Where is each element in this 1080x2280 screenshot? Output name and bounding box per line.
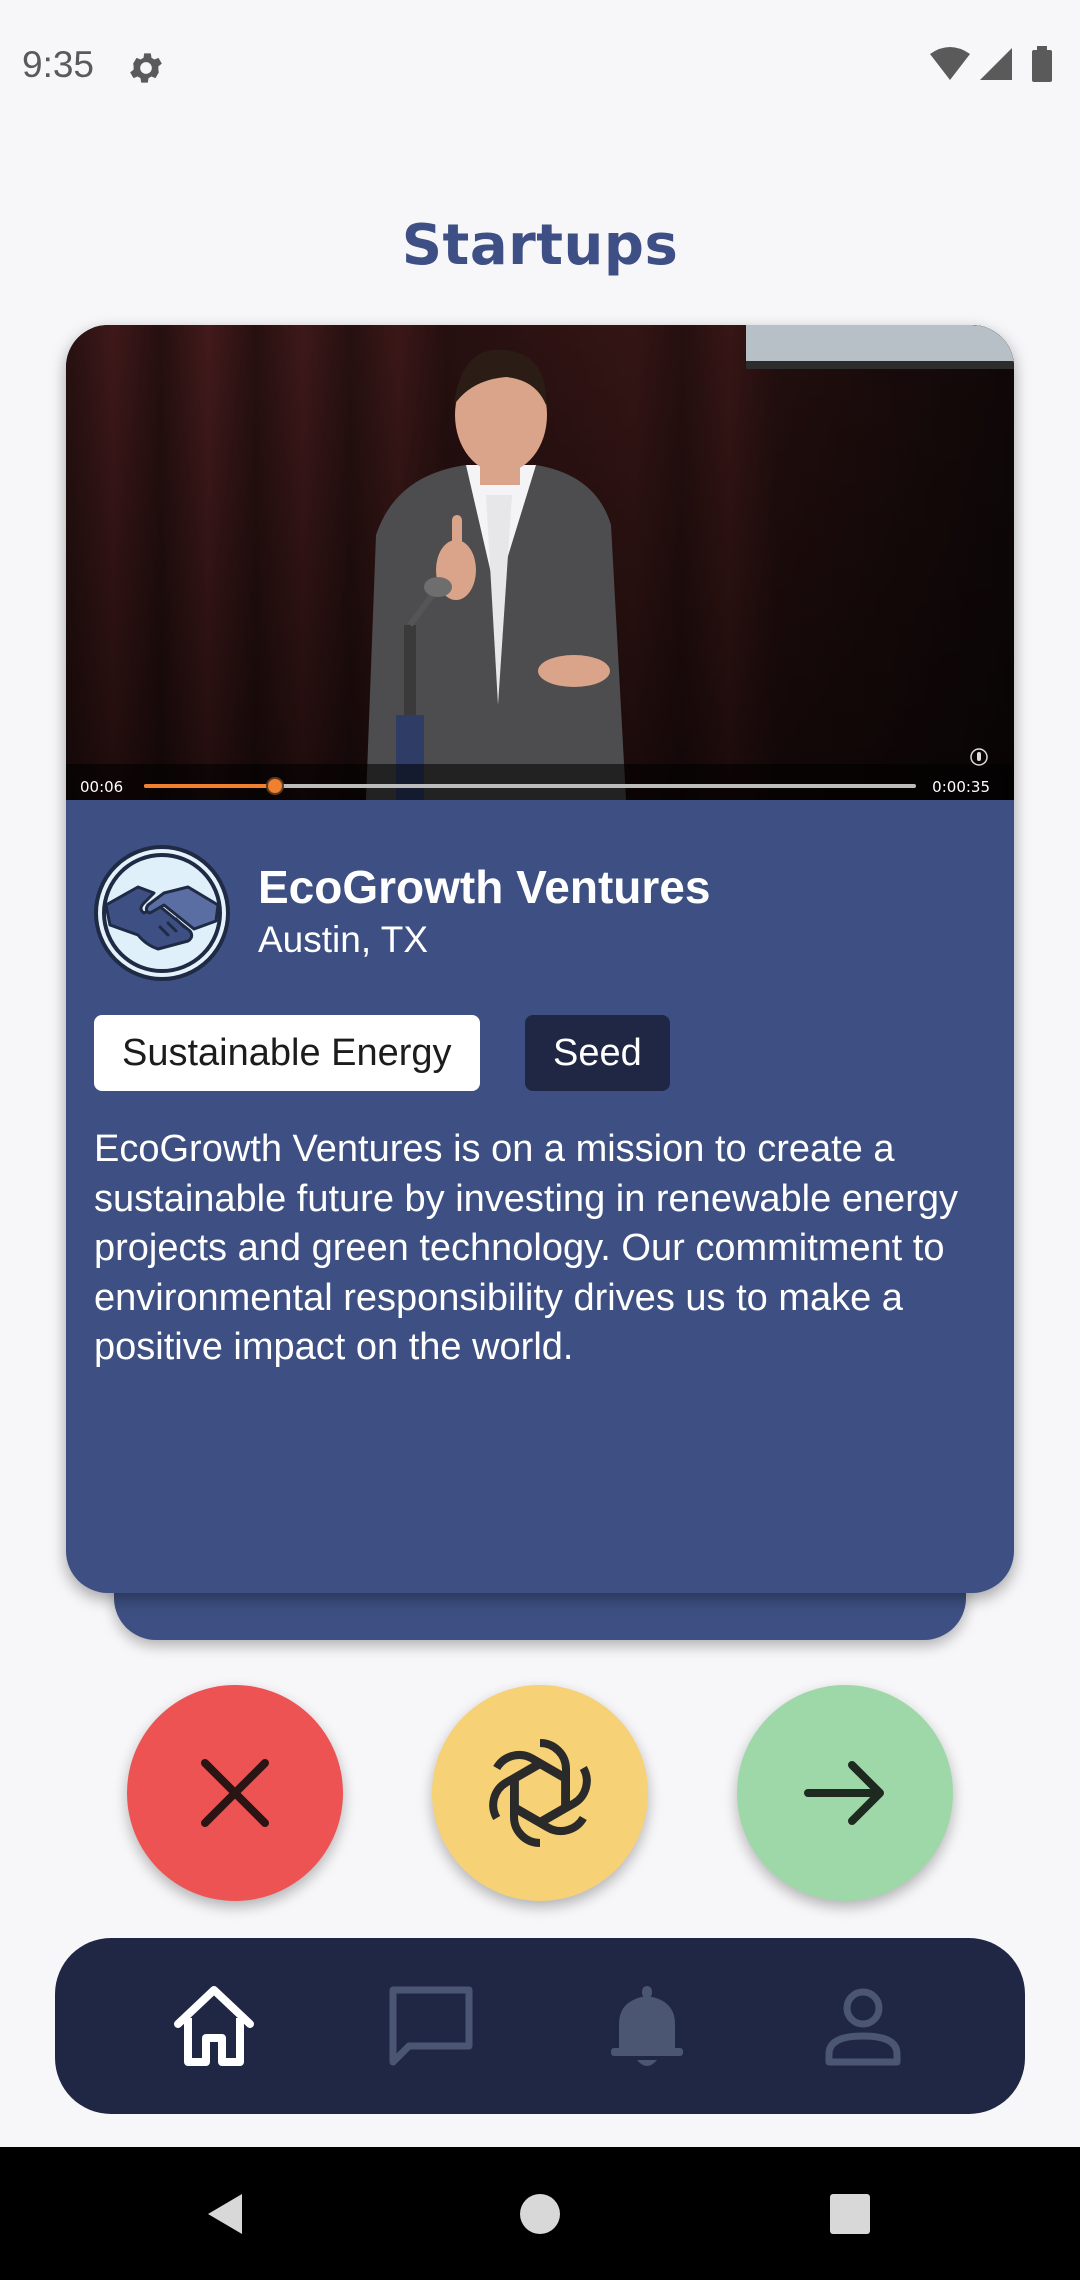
home-circle-icon [520, 2194, 560, 2234]
video-controls: 00:06 0:00:35 [66, 764, 1014, 800]
screen: 9:35 Startups 00:06 0:00:35 EcoGrowth Ve… [0, 0, 1080, 2280]
reject-button[interactable] [127, 1685, 343, 1901]
next-button[interactable] [737, 1685, 953, 1901]
stage-tag: Seed [525, 1015, 670, 1091]
nav-home[interactable] [166, 1978, 262, 2074]
recents-square-icon [830, 2194, 870, 2234]
system-back-button[interactable] [194, 2182, 258, 2246]
wifi-icon [930, 47, 970, 80]
status-time: 9:35 [22, 44, 95, 85]
close-icon [201, 1759, 269, 1827]
nav-notifications[interactable] [599, 1978, 695, 2074]
nav-messages[interactable] [383, 1978, 479, 2074]
handshake-icon [102, 853, 222, 973]
system-nav-bar [0, 2147, 1080, 2280]
startup-location: Austin, TX [258, 919, 429, 960]
arrow-right-icon [804, 1761, 884, 1825]
battery-icon [1032, 50, 1052, 82]
startup-name: EcoGrowth Ventures [258, 861, 711, 913]
settings-gear-icon [130, 53, 162, 83]
back-triangle-icon [208, 2194, 242, 2234]
home-icon [174, 1986, 254, 2066]
video-frame [66, 325, 1014, 800]
status-bar: 9:35 [0, 0, 1080, 136]
signal-icon [980, 48, 1012, 80]
nav-profile[interactable] [815, 1978, 911, 2074]
pitch-video[interactable]: 00:06 0:00:35 [66, 325, 1014, 800]
chat-icon [389, 1986, 473, 2066]
startup-logo [94, 845, 230, 981]
status-icons [930, 46, 1052, 82]
ai-assistant-button[interactable] [432, 1685, 648, 1901]
startup-description: EcoGrowth Ventures is on a mission to cr… [94, 1128, 958, 1368]
openai-icon [489, 1739, 591, 1847]
video-seek-bar[interactable] [144, 777, 916, 795]
system-recents-button[interactable] [818, 2182, 882, 2246]
video-duration: 0:00:35 [932, 778, 990, 796]
video-current-time: 00:06 [80, 778, 124, 796]
profile-icon [825, 1988, 901, 2066]
video-seek-progress [144, 784, 276, 788]
bell-icon [611, 1986, 683, 2066]
page-title: Startups [401, 213, 679, 278]
system-home-button[interactable] [508, 2182, 572, 2246]
video-volume-icon[interactable] [970, 748, 988, 766]
startup-card[interactable]: 00:06 0:00:35 EcoGrowth Ventures Austin,… [66, 325, 1014, 1593]
bottom-nav [55, 1938, 1025, 2114]
sector-tag: Sustainable Energy [94, 1015, 480, 1091]
video-seek-thumb[interactable] [266, 777, 285, 795]
